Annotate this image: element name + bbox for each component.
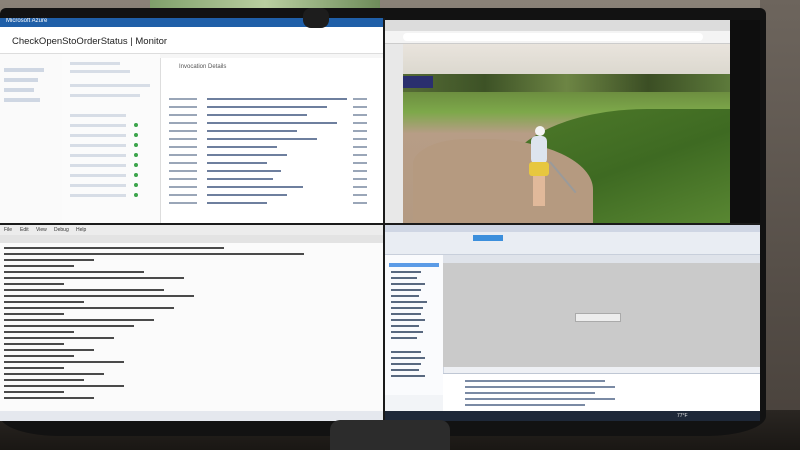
menu-item[interactable]: Edit [20, 227, 29, 233]
scoreboard-sign [403, 76, 433, 88]
sidebar-item[interactable] [4, 98, 40, 102]
selected-tree-node[interactable] [389, 263, 439, 267]
golfer-cap [535, 126, 545, 136]
page-title: CheckOpenStoOrderStatus | Monitor [12, 36, 168, 47]
wall [760, 0, 800, 420]
sidebar-item[interactable] [4, 88, 34, 92]
panel-title: Invocation Details [179, 64, 227, 70]
menu-item[interactable]: File [4, 227, 12, 233]
window-divider [383, 18, 385, 421]
browser-toolbar [385, 31, 730, 44]
toolbar [385, 232, 760, 255]
invocation-details-panel: Invocation Details [160, 58, 383, 223]
output-panel [443, 373, 760, 412]
active-query-tab[interactable] [473, 235, 503, 241]
screen-edge [730, 20, 760, 223]
address-bar[interactable] [403, 33, 703, 41]
tab-strip [0, 235, 383, 243]
monitor-stand [330, 420, 450, 450]
window-title-bar [385, 225, 760, 232]
results-grid [443, 263, 760, 367]
weather-widget[interactable]: 77°F [677, 413, 688, 419]
taskbar [0, 411, 383, 421]
curved-monitor: Microsoft Azure CheckOpenStoOrderStatus … [0, 8, 766, 436]
invocations-list [62, 54, 160, 223]
grid-message [575, 313, 621, 322]
window-divider [0, 223, 760, 225]
menu-item[interactable]: View [36, 227, 47, 233]
console-window: File Edit View Debug Help [0, 225, 383, 421]
sidebar-item[interactable] [4, 78, 38, 82]
golfer-shirt [531, 136, 547, 164]
menu-item[interactable]: Help [76, 227, 86, 233]
browser-tab-strip [385, 20, 730, 31]
golfer-legs [533, 176, 545, 206]
page-header: CheckOpenStoOrderStatus | Monitor [0, 27, 383, 54]
webcam [303, 8, 329, 28]
sql-management-window: 77°F [385, 225, 760, 421]
azure-brand: Microsoft Azure [6, 18, 48, 24]
object-explorer [385, 255, 444, 395]
sidebar [0, 54, 63, 223]
sidebar-item[interactable] [4, 68, 44, 72]
golf-photo [403, 44, 730, 223]
browser-window [385, 20, 730, 223]
azure-monitor-window: Microsoft Azure CheckOpenStoOrderStatus … [0, 18, 383, 223]
tree-line [403, 74, 730, 92]
menu-item[interactable]: Debug [54, 227, 69, 233]
golfer-skirt [529, 162, 549, 176]
